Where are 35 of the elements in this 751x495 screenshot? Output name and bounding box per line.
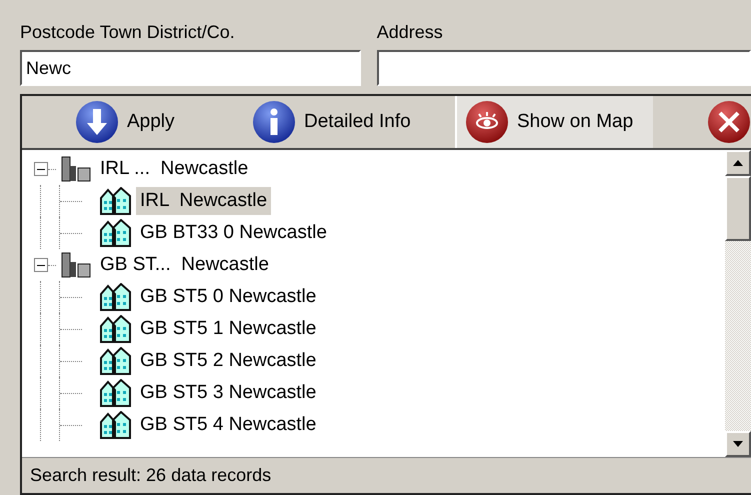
status-text: Search result: 26 data records [30, 464, 272, 487]
building-icon [100, 283, 132, 311]
building-icon [100, 315, 132, 343]
tree-item[interactable]: GB ST5 0 Newcastle [136, 283, 320, 311]
scroll-up-button[interactable] [725, 150, 751, 176]
eye-icon [465, 100, 509, 144]
building-icon [100, 379, 132, 407]
tree-item[interactable]: IRL ... Newcastle [100, 154, 248, 184]
field-label: Address [376, 21, 444, 44]
tree-item[interactable]: GB ST... Newcastle [100, 250, 269, 280]
up-arrow-icon [733, 160, 743, 166]
down-arrow-icon [733, 441, 743, 447]
field-label: Postcode Town District/Co. [20, 21, 236, 44]
toolbar-button[interactable]: Apply [22, 96, 252, 148]
tree-item[interactable]: GB ST5 2 Newcastle [136, 347, 320, 375]
close-icon [707, 100, 751, 144]
tree-item[interactable]: IRL Newcastle [136, 187, 272, 215]
scroll-thumb[interactable] [725, 176, 751, 241]
collapse-toggle[interactable] [34, 162, 48, 176]
collapse-toggle[interactable] [34, 258, 48, 272]
toolbar-button[interactable]: Show on Map [455, 96, 653, 148]
tree-item[interactable]: GB ST5 4 Newcastle [136, 411, 320, 439]
input-field[interactable] [376, 50, 751, 86]
building-icon [100, 219, 132, 247]
tree-item[interactable]: GB ST5 1 Newcastle [136, 315, 320, 343]
scrollbar[interactable] [725, 150, 751, 457]
building-icon [100, 187, 132, 215]
building-icon [100, 347, 132, 375]
input-field[interactable]: Newc [20, 50, 361, 86]
toolbar-button[interactable]: Detailed Info [252, 96, 455, 148]
tree-item[interactable]: GB ST5 3 Newcastle [136, 379, 320, 407]
scroll-down-button[interactable] [725, 431, 751, 457]
info-icon [252, 100, 296, 144]
building-icon [100, 411, 132, 439]
tree-item[interactable]: GB BT33 0 Newcastle [136, 219, 331, 247]
